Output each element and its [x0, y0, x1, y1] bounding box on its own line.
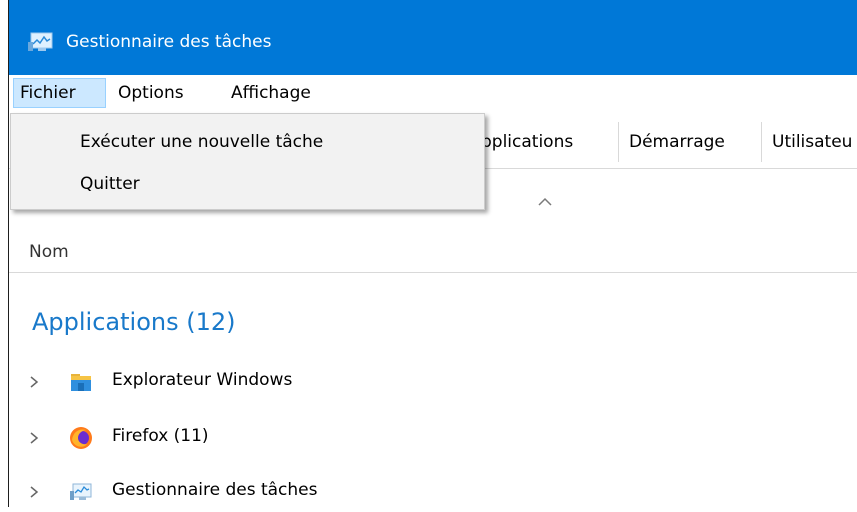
list-item[interactable]: Gestionnaire des tâches: [9, 472, 857, 512]
tab-utilisateurs[interactable]: Utilisateu: [761, 122, 857, 162]
list-item-label: Gestionnaire des tâches: [112, 480, 318, 500]
firefox-icon: [70, 427, 92, 449]
chevron-right-icon[interactable]: [29, 431, 39, 445]
tab-demarrage[interactable]: Démarrage: [618, 122, 735, 162]
menu-bar: Fichier Options Affichage: [9, 75, 857, 112]
folder-icon: [71, 374, 91, 391]
task-manager-icon: [28, 32, 53, 51]
menu-affichage[interactable]: Affichage: [225, 78, 317, 108]
sort-caret-up-icon[interactable]: [537, 196, 553, 206]
menu-fichier[interactable]: Fichier: [13, 78, 106, 108]
list-item-label: Firefox (11): [112, 426, 209, 446]
window-title: Gestionnaire des tâches: [66, 32, 272, 52]
chevron-right-icon[interactable]: [29, 485, 39, 499]
list-item[interactable]: Explorateur Windows: [9, 362, 857, 402]
file-menu-dropdown: Exécuter une nouvelle tâche Quitter: [10, 113, 485, 210]
column-header-row: Nom: [9, 232, 857, 273]
menu-options[interactable]: Options: [112, 78, 190, 108]
menu-item-run-new-task[interactable]: Exécuter une nouvelle tâche: [80, 127, 323, 157]
chevron-right-icon[interactable]: [29, 375, 39, 389]
column-header-name[interactable]: Nom: [29, 242, 69, 262]
title-bar[interactable]: Gestionnaire des tâches: [9, 0, 857, 75]
task-manager-icon: [70, 483, 92, 500]
list-item-label: Explorateur Windows: [112, 370, 293, 390]
menu-item-quit[interactable]: Quitter: [80, 169, 140, 199]
group-title-applications: Applications (12): [32, 308, 236, 336]
list-item[interactable]: Firefox (11): [9, 418, 857, 458]
